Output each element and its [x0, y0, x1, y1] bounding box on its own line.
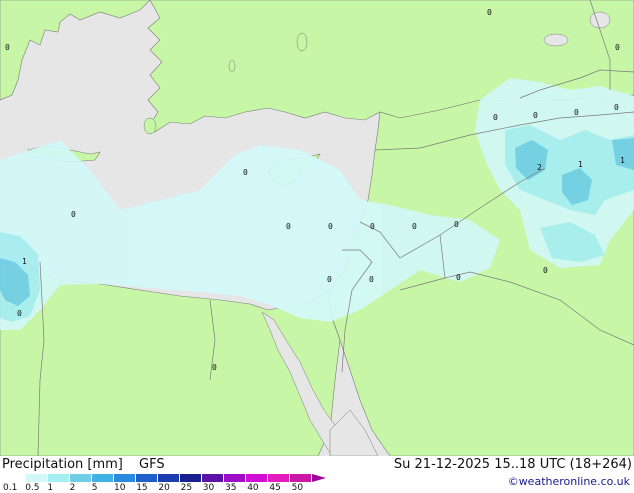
- grid-value: 0: [487, 8, 492, 17]
- scale-label: 45: [269, 483, 281, 493]
- scale-swatch: [246, 474, 268, 482]
- scale-label: 20: [158, 483, 170, 493]
- scale-label: 5: [91, 483, 98, 493]
- scale-label: 25: [180, 483, 193, 493]
- lake: [589, 11, 611, 29]
- scale-label: 0.5: [25, 483, 40, 493]
- scale-label: 1: [47, 483, 54, 493]
- scale-label: 2: [69, 483, 76, 493]
- scale-swatch: [26, 474, 48, 482]
- scale-label: 10: [114, 483, 126, 493]
- grid-value: 0: [533, 111, 538, 120]
- legend-bar: Precipitation [mm] GFS Su 21-12-2025 15.…: [0, 456, 634, 493]
- grid-value: 0: [286, 222, 291, 231]
- scale-swatch: [70, 474, 92, 482]
- legend-run-time: Su 21-12-2025 15..18 UTC (18+264): [393, 457, 632, 472]
- island-rhodes: [143, 117, 157, 135]
- grid-value: 0: [456, 273, 461, 282]
- precipitation-map[interactable]: 0 0 0 0 0 0 0 0 0 2 1 1 0 0 0 0 0 0 0 0 …: [0, 0, 634, 456]
- grid-value: 0: [5, 43, 10, 52]
- grid-value: 0: [574, 108, 579, 117]
- scale-swatch: [92, 474, 114, 482]
- grid-value: 0: [243, 168, 248, 177]
- map-svg: 0 0 0 0 0 0 0 0 0 2 1 1 0 0 0 0 0 0 0 0 …: [0, 0, 634, 456]
- credit-link[interactable]: ©weatheronline.co.uk: [508, 475, 630, 488]
- grid-value: 0: [17, 309, 22, 318]
- grid-value: 0: [412, 222, 417, 231]
- grid-value: 0: [615, 43, 620, 52]
- scale-swatch: [136, 474, 158, 482]
- scale-label: 0.1: [3, 483, 18, 493]
- grid-value: 0: [327, 275, 332, 284]
- grid-value: 0: [454, 220, 459, 229]
- scale-swatch: [114, 474, 136, 482]
- scale-label: 30: [202, 483, 215, 493]
- scale-swatch: [268, 474, 290, 482]
- grid-value: 2: [537, 163, 542, 172]
- scale-swatch: [48, 474, 70, 482]
- island: [228, 59, 236, 73]
- scale-swatch: [180, 474, 202, 482]
- grid-value: 0: [369, 275, 374, 284]
- grid-value: 1: [620, 156, 625, 165]
- scale-label: 35: [225, 483, 237, 493]
- grid-value: 0: [493, 113, 498, 122]
- grid-value: 0: [212, 363, 217, 372]
- scale-swatch: [4, 474, 26, 482]
- lake: [543, 33, 569, 47]
- grid-value: 0: [328, 222, 333, 231]
- grid-value: 0: [71, 210, 76, 219]
- scale-swatch: [158, 474, 180, 482]
- scale-label: 15: [136, 483, 148, 493]
- scale-swatch: [290, 474, 312, 482]
- island: [296, 32, 308, 52]
- grid-value: 1: [22, 257, 27, 266]
- scale-label: 50: [291, 483, 304, 493]
- legend-title: Precipitation [mm]: [2, 457, 123, 472]
- legend-model: GFS: [139, 457, 165, 472]
- grid-value: 0: [370, 222, 375, 231]
- grid-value: 0: [543, 266, 548, 275]
- scale-arrow-icon: [312, 474, 326, 482]
- color-scale: [4, 474, 312, 482]
- grid-value: 1: [578, 160, 583, 169]
- grid-value: 0: [614, 103, 619, 112]
- scale-label: 40: [247, 483, 259, 493]
- scale-swatch: [224, 474, 246, 482]
- scale-swatch: [202, 474, 224, 482]
